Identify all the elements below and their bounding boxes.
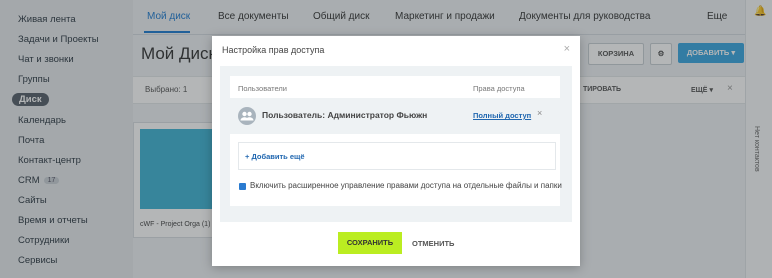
user-permission-row: Пользователь: Администратор Фьюжн Полный… bbox=[230, 98, 560, 134]
extended-rights-checkbox[interactable] bbox=[239, 183, 246, 195]
extended-rights-label: Включить расширенное управление правами … bbox=[250, 181, 562, 190]
cancel-button[interactable]: ОТМЕНИТЬ bbox=[412, 239, 454, 248]
access-rights-dialog: Настройка прав доступа × Пользователи Пр… bbox=[212, 36, 580, 266]
user-group-icon bbox=[238, 107, 256, 125]
remove-user-icon[interactable]: × bbox=[537, 108, 542, 118]
users-column-header: Пользователи bbox=[238, 84, 287, 93]
user-name: Пользователь: Администратор Фьюжн bbox=[262, 110, 428, 120]
access-level-link[interactable]: Полный доступ bbox=[473, 111, 531, 120]
dialog-body: Пользователи Права доступа Пользователь:… bbox=[220, 66, 572, 222]
dialog-title: Настройка прав доступа bbox=[222, 45, 325, 55]
add-more-box: + Добавить ещё bbox=[238, 142, 556, 170]
close-icon[interactable]: × bbox=[564, 43, 570, 55]
save-button[interactable]: СОХРАНИТЬ bbox=[338, 232, 402, 254]
permissions-card: Пользователи Права доступа Пользователь:… bbox=[230, 76, 562, 206]
access-column-header: Права доступа bbox=[473, 84, 525, 93]
add-more-link[interactable]: + Добавить ещё bbox=[245, 152, 305, 161]
